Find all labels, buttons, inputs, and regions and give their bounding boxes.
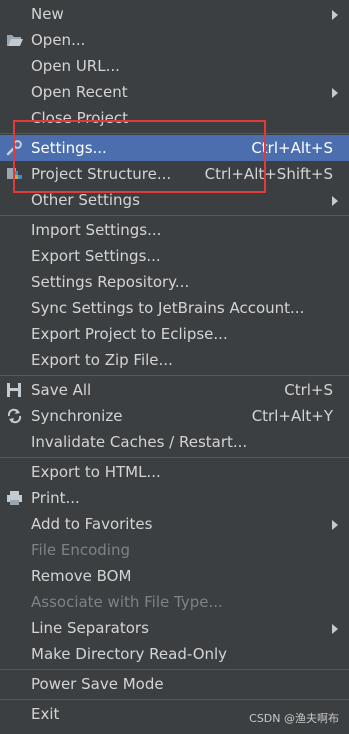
menu-item-sync-settings[interactable]: Sync Settings to JetBrains Account... <box>0 295 349 321</box>
file-menu: New Open... Open URL... Open Recent Clos… <box>0 0 349 734</box>
shortcut-label: Ctrl+S <box>284 381 333 399</box>
shortcut-label: Ctrl+Alt+S <box>251 139 333 157</box>
menu-item-line-separators[interactable]: Line Separators <box>0 615 349 641</box>
menu-item-label: Export to Zip File... <box>31 351 173 369</box>
menu-item-label: File Encoding <box>31 541 130 559</box>
menu-item-invalidate-caches[interactable]: Invalidate Caches / Restart... <box>0 429 349 455</box>
menu-item-label: Settings Repository... <box>31 273 190 291</box>
menu-item-settings[interactable]: Settings... Ctrl+Alt+S <box>0 135 349 161</box>
menu-item-label: Export Project to Eclipse... <box>31 325 228 343</box>
menu-item-open-url[interactable]: Open URL... <box>0 53 349 79</box>
wrench-icon <box>6 140 24 156</box>
menu-item-label: Exit <box>31 705 60 723</box>
watermark-text: CSDN @渔夫啊布 <box>249 712 339 725</box>
sync-icon <box>6 408 24 424</box>
menu-item-label: New <box>31 5 64 23</box>
menu-item-label: Associate with File Type... <box>31 593 223 611</box>
menu-item-add-to-favorites[interactable]: Add to Favorites <box>0 511 349 537</box>
menu-item-open-recent[interactable]: Open Recent <box>0 79 349 105</box>
menu-item-label: Close Project <box>31 109 128 127</box>
submenu-arrow-icon <box>332 88 338 98</box>
menu-item-export-settings[interactable]: Export Settings... <box>0 243 349 269</box>
menu-item-label: Open Recent <box>31 83 128 101</box>
menu-item-label: Save All <box>31 381 92 399</box>
menu-item-export-html[interactable]: Export to HTML... <box>0 459 349 485</box>
menu-item-associate-file-type[interactable]: Associate with File Type... <box>0 589 349 615</box>
menu-separator <box>0 457 349 458</box>
submenu-arrow-icon <box>332 624 338 634</box>
print-icon <box>6 490 24 506</box>
menu-item-label: Remove BOM <box>31 567 132 585</box>
menu-item-project-structure[interactable]: Project Structure... Ctrl+Alt+Shift+S <box>0 161 349 187</box>
submenu-arrow-icon <box>332 520 338 530</box>
menu-item-remove-bom[interactable]: Remove BOM <box>0 563 349 589</box>
shortcut-label: Ctrl+Alt+Y <box>251 407 333 425</box>
menu-item-label: Open URL... <box>31 57 120 75</box>
menu-item-label: Export to HTML... <box>31 463 161 481</box>
project-structure-icon <box>6 166 24 182</box>
menu-item-save-all[interactable]: Save All Ctrl+S <box>0 377 349 403</box>
save-icon <box>6 382 24 398</box>
menu-item-label: Print... <box>31 489 80 507</box>
menu-item-open[interactable]: Open... <box>0 27 349 53</box>
menu-separator <box>0 133 349 134</box>
menu-item-label: Power Save Mode <box>31 675 164 693</box>
menu-item-label: Invalidate Caches / Restart... <box>31 433 248 451</box>
menu-item-label: Import Settings... <box>31 221 162 239</box>
submenu-arrow-icon <box>332 196 338 206</box>
menu-separator <box>0 215 349 216</box>
menu-item-export-zip[interactable]: Export to Zip File... <box>0 347 349 373</box>
menu-item-import-settings[interactable]: Import Settings... <box>0 217 349 243</box>
menu-item-label: Sync Settings to JetBrains Account... <box>31 299 305 317</box>
menu-item-label: Project Structure... <box>31 165 172 183</box>
menu-item-label: Synchronize <box>31 407 123 425</box>
menu-item-label: Settings... <box>31 139 107 157</box>
folder-open-icon <box>6 32 24 48</box>
menu-item-label: Make Directory Read-Only <box>31 645 228 663</box>
menu-item-close-project[interactable]: Close Project <box>0 105 349 131</box>
menu-item-new[interactable]: New <box>0 1 349 27</box>
menu-separator <box>0 699 349 700</box>
menu-separator <box>0 375 349 376</box>
menu-item-label: Other Settings <box>31 191 140 209</box>
menu-item-make-read-only[interactable]: Make Directory Read-Only <box>0 641 349 667</box>
shortcut-label: Ctrl+Alt+Shift+S <box>204 165 333 183</box>
menu-item-power-save-mode[interactable]: Power Save Mode <box>0 671 349 697</box>
submenu-arrow-icon <box>332 10 338 20</box>
menu-item-label: Line Separators <box>31 619 149 637</box>
menu-item-print[interactable]: Print... <box>0 485 349 511</box>
menu-item-label: Export Settings... <box>31 247 161 265</box>
menu-item-export-eclipse[interactable]: Export Project to Eclipse... <box>0 321 349 347</box>
menu-item-settings-repository[interactable]: Settings Repository... <box>0 269 349 295</box>
menu-separator <box>0 669 349 670</box>
menu-item-synchronize[interactable]: Synchronize Ctrl+Alt+Y <box>0 403 349 429</box>
menu-item-label: Add to Favorites <box>31 515 153 533</box>
menu-item-file-encoding[interactable]: File Encoding <box>0 537 349 563</box>
menu-item-label: Open... <box>31 31 86 49</box>
menu-item-other-settings[interactable]: Other Settings <box>0 187 349 213</box>
